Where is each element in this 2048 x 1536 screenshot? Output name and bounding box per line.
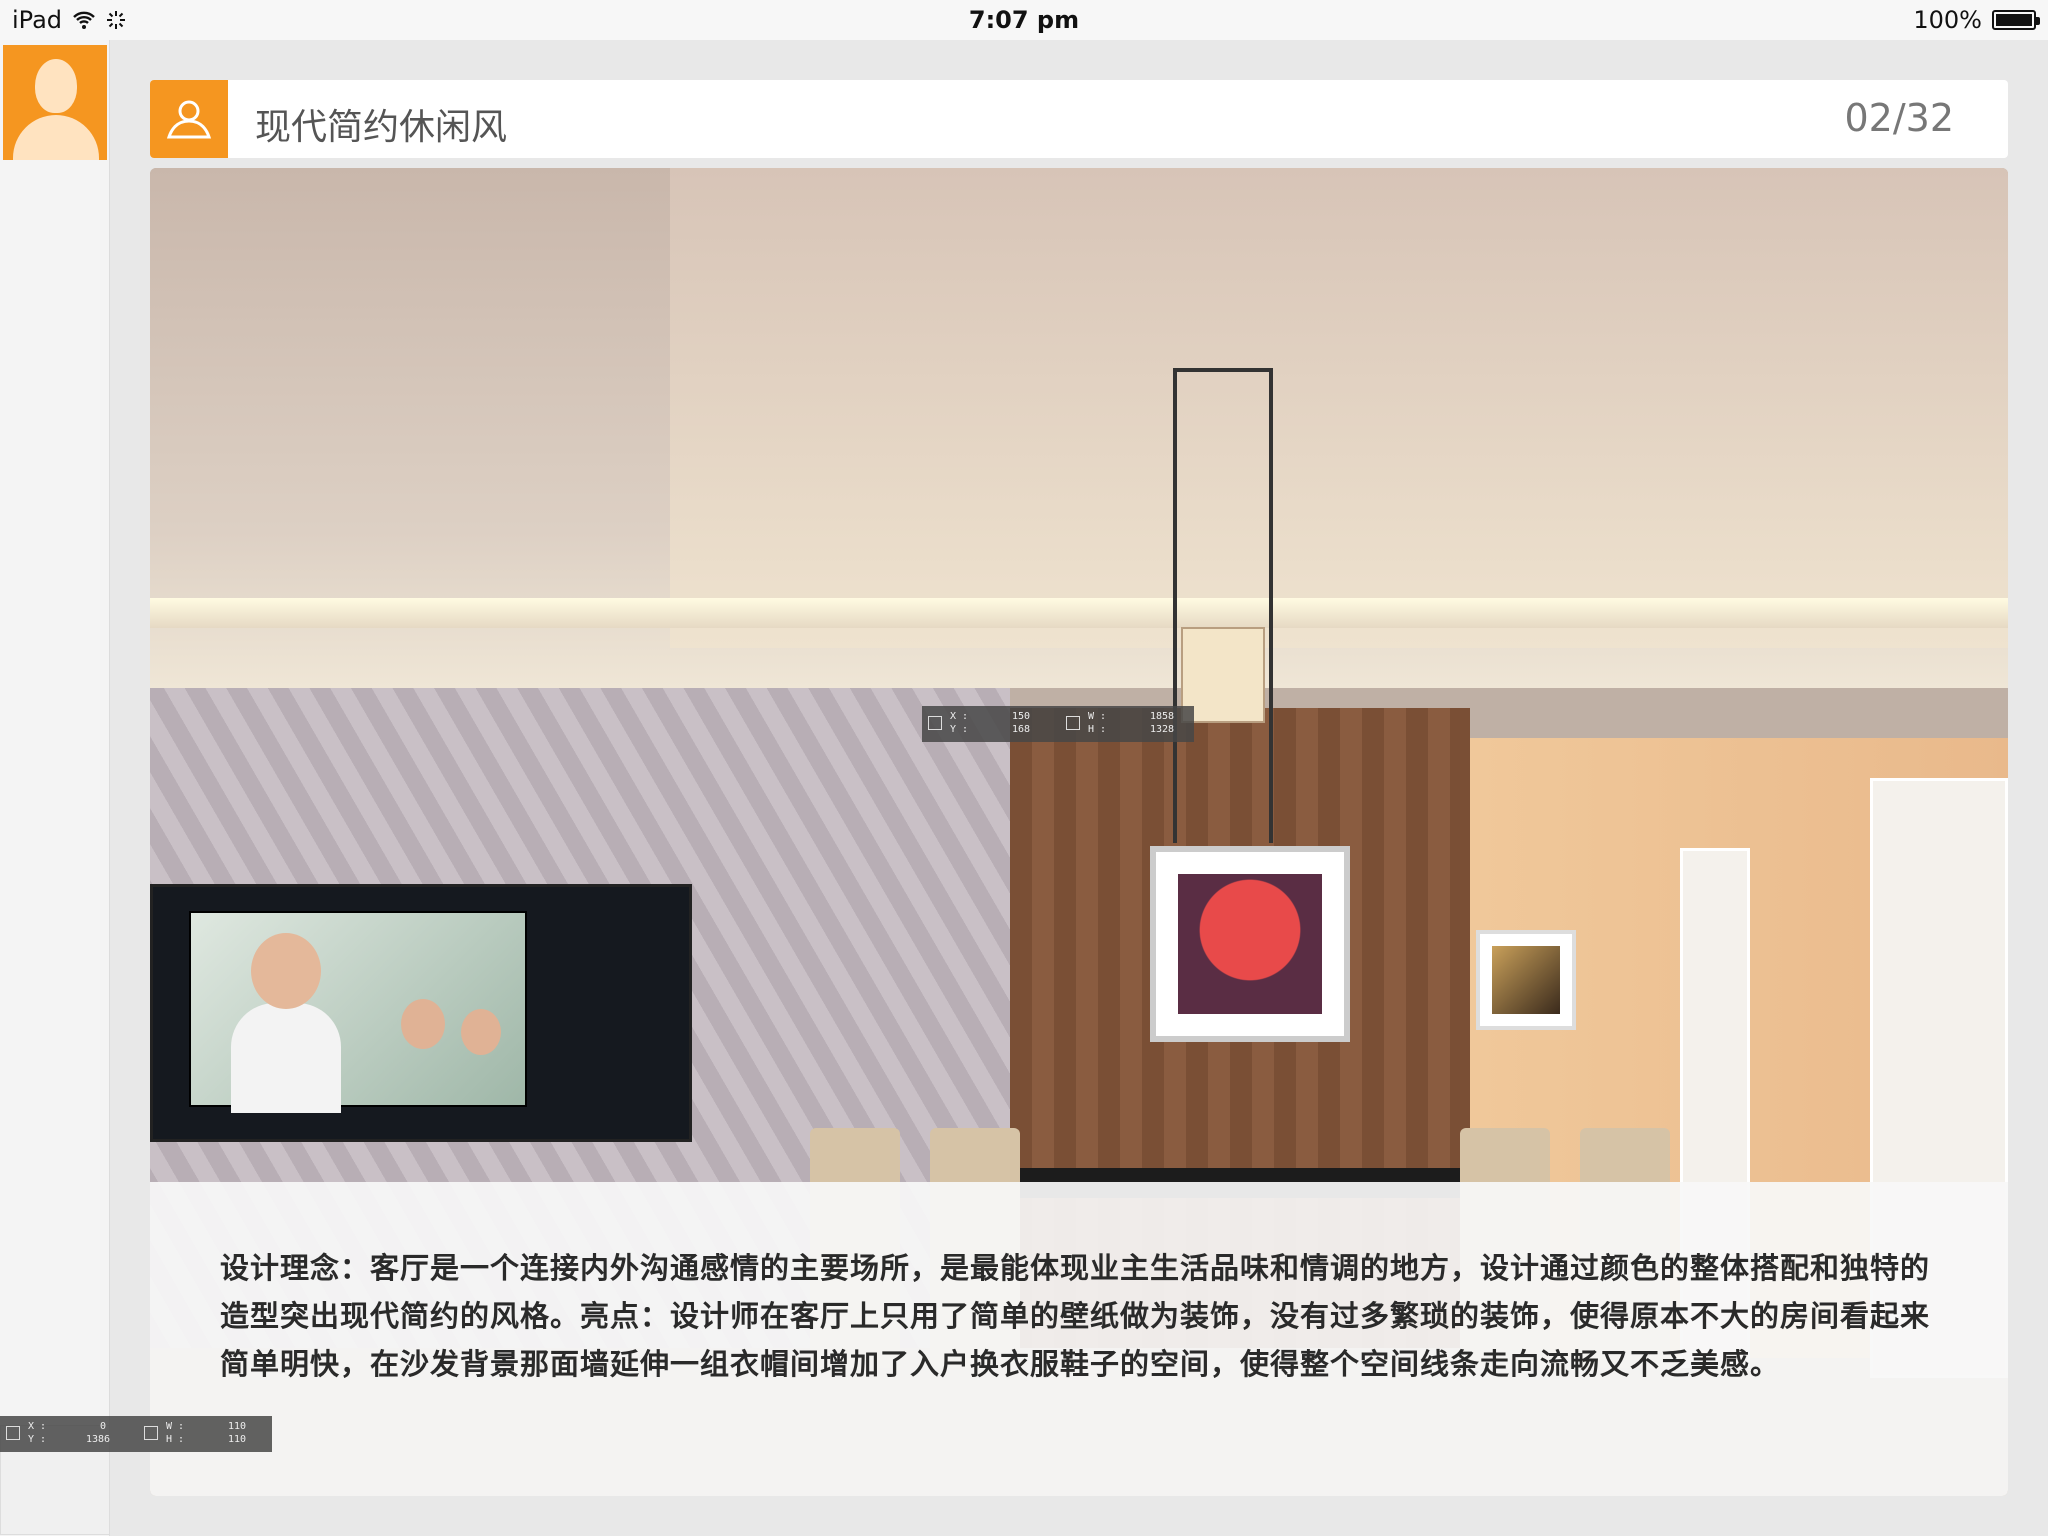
- photo-tv-figure: [231, 1003, 341, 1113]
- caption-text: 设计理念：客厅是一个连接内外沟通感情的主要场所，是最能体现业主生活品味和情调的地…: [220, 1251, 1931, 1381]
- readout-x-value: 0: [100, 1421, 107, 1432]
- resize-icon: [144, 1426, 158, 1440]
- page-title: 现代简约休闲风: [255, 107, 508, 148]
- photo-painting: [1150, 846, 1350, 1042]
- caption-panel: 设计理念：客厅是一个连接内外沟通感情的主要场所，是最能体现业主生活品味和情调的地…: [150, 1182, 2008, 1496]
- readout-y-label: Y :: [950, 724, 969, 735]
- readout-w-value: 1858: [1150, 711, 1175, 722]
- sidebar: [0, 40, 110, 1536]
- photo-tv: [150, 884, 692, 1142]
- readout-h-label: H :: [166, 1434, 185, 1445]
- battery-percent: 100%: [1913, 6, 1982, 34]
- photo-ceiling-recess: [670, 168, 2008, 648]
- readout-w-label: W :: [166, 1421, 185, 1432]
- photo-painting-small: [1476, 930, 1576, 1030]
- readout-y-value: 1386: [86, 1434, 111, 1445]
- battery-icon: [1992, 10, 2040, 30]
- user-silhouette-icon: [35, 59, 77, 113]
- photo-painting-art: [1178, 874, 1322, 1014]
- geometry-readout-side: X : Y : 0 1386 W : H : 110 110: [0, 1416, 272, 1452]
- readout-y-label: Y :: [28, 1434, 47, 1445]
- photo-tv-screen: [189, 911, 527, 1113]
- readout-x-label: X :: [950, 711, 969, 722]
- crosshair-icon: [928, 716, 942, 730]
- status-right: 100%: [1913, 6, 2040, 34]
- photo-pendant-lamp: [1173, 368, 1273, 843]
- geometry-readout-main: X : Y : 150 168 W : H : 1858 1328: [922, 706, 1194, 742]
- readout-w-value: 110: [228, 1421, 247, 1432]
- resize-icon: [1066, 716, 1080, 730]
- user-silhouette-body: [13, 115, 99, 160]
- header-badge[interactable]: [150, 80, 228, 158]
- page-counter: 02/32: [1844, 96, 1954, 140]
- battery-fill: [1996, 14, 2032, 26]
- readout-x-value: 150: [1012, 711, 1031, 722]
- user-outline-icon: [166, 100, 212, 139]
- readout-h-value: 110: [228, 1434, 247, 1445]
- page-header: 现代简约休闲风 02/32: [150, 80, 2008, 158]
- photo-tv-face: [251, 933, 321, 1009]
- status-time: 7:07 pm: [968, 6, 1080, 34]
- readout-y-value: 168: [1012, 724, 1031, 735]
- status-bar: iPad 7:07 pm 100%: [0, 0, 2048, 40]
- photo-painting-small-art: [1492, 946, 1560, 1014]
- readout-h-value: 1328: [1150, 724, 1175, 735]
- photo-tv-face-child: [401, 999, 445, 1049]
- readout-x-label: X :: [28, 1421, 47, 1432]
- readout-w-label: W :: [1088, 711, 1107, 722]
- room-photo[interactable]: 设计理念：客厅是一个连接内外沟通感情的主要场所，是最能体现业主生活品味和情调的地…: [150, 168, 2008, 1496]
- user-avatar-button[interactable]: [3, 45, 107, 160]
- photo-cove-light: [150, 598, 2008, 628]
- crosshair-icon: [6, 1426, 20, 1440]
- readout-h-label: H :: [1088, 724, 1107, 735]
- photo-tv-face-child-2: [461, 1009, 501, 1055]
